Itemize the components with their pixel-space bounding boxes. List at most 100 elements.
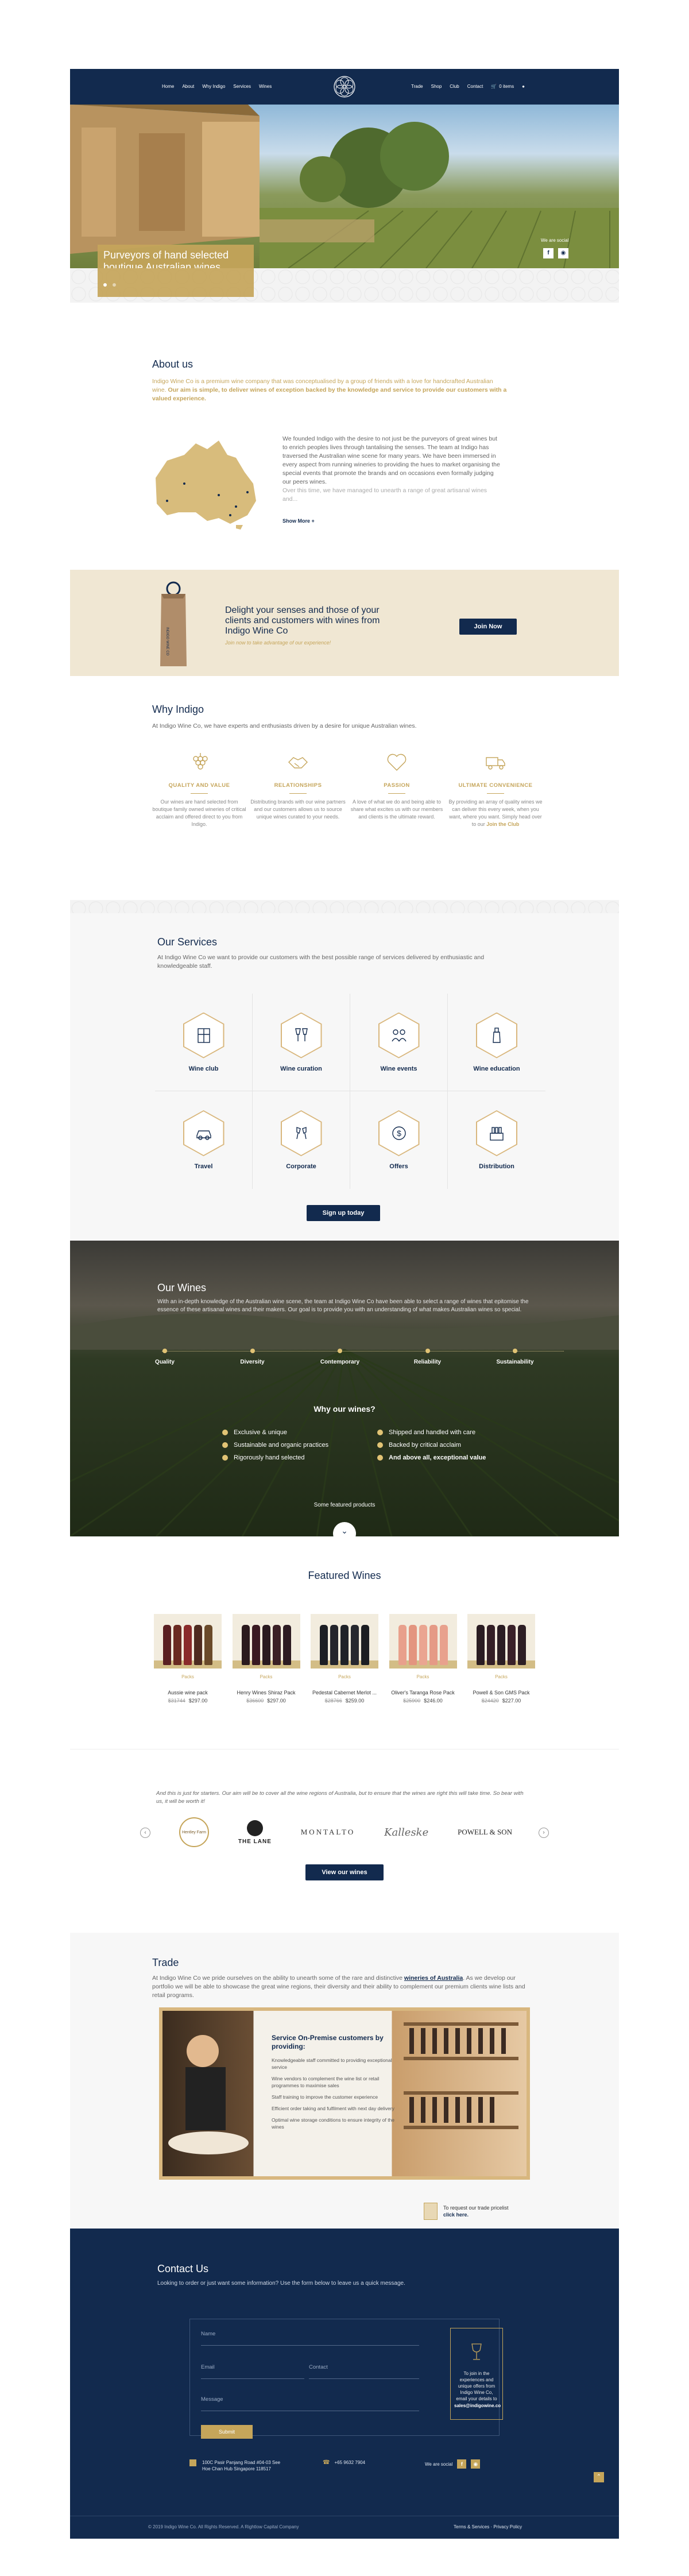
brand-logo[interactable] [327, 72, 362, 101]
submit-button[interactable]: Submit [201, 2425, 253, 2439]
bottle-icon [493, 1027, 501, 1043]
trade-section: Trade At Indigo Wine Co we pride ourselv… [70, 1933, 619, 2229]
footer: © 2019 Indigo Wine Co. All Rights Reserv… [70, 2516, 619, 2539]
about-title: About us [152, 358, 193, 370]
why-intro: At Indigo Wine Co, we have experts and e… [152, 723, 417, 729]
about-show-more[interactable]: Show More + [282, 518, 315, 524]
product-image [389, 1614, 457, 1669]
featured-products-link[interactable]: Some featured products [70, 1502, 619, 1508]
service-corporate[interactable]: Corporate [253, 1091, 350, 1189]
chevron-down-icon: ⌄ [341, 1526, 348, 1535]
page: { "nav": { "left": ["Home","About","Why … [0, 0, 689, 2576]
product-card[interactable]: Packs Oliver's Taranga Rose Pack $25900 $… [389, 1614, 457, 1704]
slider-dot-active[interactable] [103, 283, 107, 287]
view-wines-button[interactable]: View our wines [305, 1864, 384, 1880]
nav-services[interactable]: Services [233, 84, 251, 89]
product-card[interactable]: Packs Pedestal Cabernet Merlot ... $2876… [311, 1614, 378, 1704]
phone-number[interactable]: +65 9632 7904 [334, 2460, 365, 2465]
service-wine-curation[interactable]: Wine curation [253, 994, 350, 1091]
promo-sub: Join now to take advantage of our experi… [225, 640, 331, 646]
service-wine-club[interactable]: Wine club [155, 994, 253, 1091]
nav-contact[interactable]: Contact [467, 84, 483, 89]
service-wine-events[interactable]: Wine events [350, 994, 448, 1091]
nav-home[interactable]: Home [162, 84, 174, 89]
product-price: $28766 $259.00 [311, 1698, 378, 1704]
services-grid: Wine club Wine curation Wine events Wine… [155, 994, 545, 1189]
pricelist-link[interactable]: click here. [443, 2211, 509, 2218]
reason-text: And above all, exceptional value [389, 1454, 486, 1461]
trade-point: Staff training to improve the customer e… [272, 2094, 378, 2100]
join-club-link[interactable]: Join the Club [486, 821, 519, 827]
nav-club[interactable]: Club [450, 84, 459, 89]
step-label: Quality [155, 1359, 175, 1365]
why-quality-text: Our wines are hand selected from boutiqu… [152, 799, 246, 827]
address-text: 100C Pasir Panjang Road #04-03 See Hoe C… [202, 2460, 281, 2471]
chevron-up-icon: ⌃ [596, 2474, 602, 2480]
instagram-icon[interactable]: ◉ [471, 2459, 481, 2469]
contact-label: Contact [309, 2364, 328, 2370]
back-to-top-button[interactable]: ⌃ [594, 2472, 604, 2482]
why-relationships-text: Distributing brands with our wine partne… [250, 799, 346, 820]
slider-dot-inactive[interactable] [113, 283, 116, 287]
hero-dots [103, 283, 116, 287]
bullet-dot [377, 1442, 383, 1448]
step-reliability: Reliability [402, 1349, 454, 1365]
reason-row: Rigorously hand selected [222, 1454, 328, 1461]
service-wine-education[interactable]: Wine education [448, 994, 545, 1091]
hero-caption-lower [98, 268, 254, 297]
sign-up-button[interactable]: Sign up today [307, 1205, 380, 1221]
chevron-left-icon: ‹ [144, 1829, 146, 1836]
email-field[interactable]: Email [201, 2359, 304, 2379]
brand-logo-powell[interactable]: POWELL & SON [458, 1828, 512, 1837]
wine-rack-icon [197, 1028, 210, 1043]
nav-wines[interactable]: Wines [259, 84, 272, 89]
instagram-icon[interactable]: ◉ [558, 248, 568, 258]
product-name[interactable]: Oliver's Taranga Rose Pack [389, 1690, 457, 1696]
contact-field[interactable]: Contact [309, 2359, 419, 2379]
product-category: Packs [416, 1674, 429, 1679]
why-convenience: ULTIMATE CONVENIENCE By providing an arr… [447, 751, 544, 828]
facebook-icon[interactable]: f [457, 2459, 467, 2469]
service-offers[interactable]: $ Offers [350, 1091, 448, 1189]
facebook-icon[interactable]: f [543, 248, 553, 258]
message-label: Message [201, 2396, 223, 2403]
trade-card: Service On-Premise customers by providin… [272, 2034, 404, 2130]
product-card[interactable]: Packs Powell & Son GMS Pack $24420 $227.0… [467, 1614, 535, 1704]
product-card[interactable]: Packs Aussie wine pack $31744 $297.00 [154, 1614, 222, 1704]
product-name[interactable]: Powell & Son GMS Pack [467, 1690, 535, 1696]
wine-glass-icon [471, 2343, 482, 2360]
hero-social-label: We are social [541, 238, 569, 243]
cart-link[interactable]: 🛒 0 items [491, 84, 514, 89]
service-travel[interactable]: Travel [155, 1091, 253, 1189]
product-name[interactable]: Henry Wines Shiraz Pack [233, 1690, 300, 1696]
nav-about[interactable]: About [182, 84, 194, 89]
nav-trade[interactable]: Trade [411, 84, 423, 89]
join-now-button[interactable]: Join Now [459, 619, 517, 635]
message-field[interactable]: Message [201, 2392, 419, 2411]
sale-price: $227.00 [502, 1698, 521, 1704]
name-field[interactable]: Name [201, 2326, 419, 2346]
promo-line-3: Indigo Wine Co [225, 626, 288, 636]
side-email[interactable]: sales@indigowine.co [454, 2403, 501, 2408]
service-distribution[interactable]: Distribution [448, 1091, 545, 1189]
product-card[interactable]: Packs Henry Wines Shiraz Pack $36600 $297… [232, 1614, 300, 1704]
our-wines-title: Our Wines [157, 1282, 207, 1293]
brand-logo-kalleske[interactable]: Kalleske [384, 1826, 428, 1839]
nav-shop[interactable]: Shop [431, 84, 442, 89]
brand-logo-montalto[interactable]: MONTALTO [301, 1828, 355, 1837]
footer-links[interactable]: Terms & Services · Privacy Policy [454, 2524, 522, 2529]
product-name[interactable]: Aussie wine pack [154, 1690, 222, 1696]
grape-icon [193, 753, 208, 770]
brand-logo-hentley[interactable]: Hentley Farm [179, 1817, 209, 1847]
brand-logo-the-lane[interactable]: THE LANE [238, 1820, 272, 1845]
pricelist-request: To request our trade pricelist click her… [424, 2203, 509, 2220]
carousel-prev-button[interactable]: ‹ [140, 1828, 150, 1838]
product-name[interactable]: Pedestal Cabernet Merlot ... [311, 1690, 378, 1696]
user-icon[interactable]: ● [522, 84, 525, 89]
nav-why-indigo[interactable]: Why Indigo [202, 84, 225, 89]
trade-intro: At Indigo Wine Co we pride ourselves on … [152, 1974, 525, 2000]
divider [191, 793, 208, 794]
phone-icon: ☎ [323, 2459, 330, 2466]
wineries-link[interactable]: wineries of Australia [404, 1975, 463, 1982]
carousel-next-button[interactable]: › [539, 1828, 549, 1838]
